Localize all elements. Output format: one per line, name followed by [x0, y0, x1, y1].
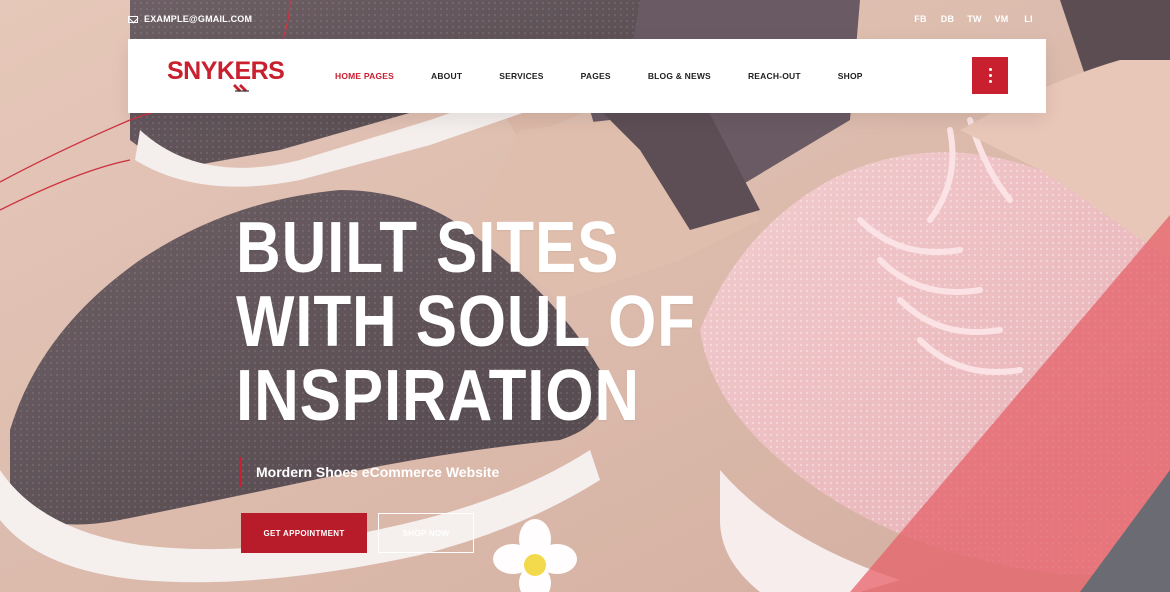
- mail-icon: [128, 15, 138, 23]
- social-links: FB DB TW VM LI: [907, 14, 1042, 24]
- hero-subtitle-text: Mordern Shoes eCommerce Website: [256, 464, 500, 480]
- nav-item-pages[interactable]: PAGES: [581, 71, 611, 81]
- hero-headline: BUILT SITES WITH SOUL OF INSPIRATION: [236, 211, 696, 433]
- nav-item-services[interactable]: SERVICES: [499, 71, 543, 81]
- social-link-vm[interactable]: VM: [988, 14, 1015, 24]
- get-appointment-button[interactable]: GET APPOINTMENT: [241, 513, 367, 553]
- nav-item-about[interactable]: ABOUT: [431, 71, 462, 81]
- logo-text: SNYKERS: [167, 57, 285, 85]
- headline-line-1: BUILT SITES: [236, 208, 620, 288]
- social-link-tw[interactable]: TW: [961, 14, 988, 24]
- main-navigation: SNYKERS HOME PAGES ABOUT SERVICES PAGES …: [128, 39, 1046, 113]
- social-link-db[interactable]: DB: [934, 14, 961, 24]
- social-link-fb[interactable]: FB: [907, 14, 934, 24]
- nav-item-blog-news[interactable]: BLOG & NEWS: [648, 71, 711, 81]
- menu-toggle-button[interactable]: [972, 57, 1008, 94]
- contact-email[interactable]: EXAMPLE@GMAIL.COM: [128, 14, 252, 24]
- brand-logo[interactable]: SNYKERS: [167, 56, 292, 96]
- vertical-dots-icon: [988, 68, 992, 83]
- nav-item-shop[interactable]: SHOP: [838, 71, 863, 81]
- nav-item-home-pages[interactable]: HOME PAGES: [335, 71, 394, 81]
- headline-line-2: WITH SOUL OF: [236, 282, 696, 362]
- shop-now-button[interactable]: SHOP NOW: [378, 513, 474, 553]
- hero-subtitle: Mordern Shoes eCommerce Website: [239, 457, 499, 487]
- headline-line-3: INSPIRATION: [236, 356, 640, 436]
- nav-item-reach-out[interactable]: REACH-OUT: [748, 71, 801, 81]
- nav-menu: HOME PAGES ABOUT SERVICES PAGES BLOG & N…: [318, 39, 863, 113]
- shoe-mark-icon: [233, 84, 249, 92]
- email-text[interactable]: EXAMPLE@GMAIL.COM: [144, 14, 252, 24]
- social-link-li[interactable]: LI: [1015, 14, 1042, 24]
- top-bar: EXAMPLE@GMAIL.COM FB DB TW VM LI: [128, 10, 1042, 28]
